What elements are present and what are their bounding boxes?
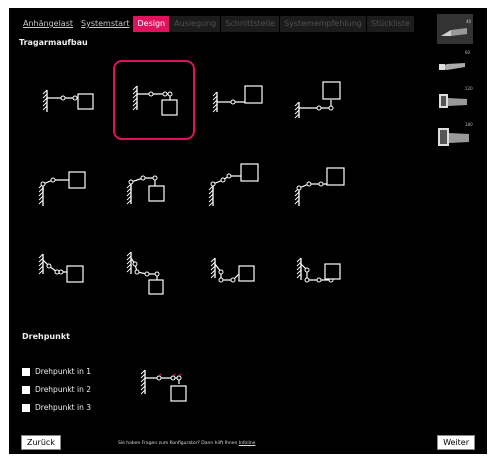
arm-layout-icon — [42, 89, 94, 112]
arm-layout-icon — [132, 85, 178, 116]
drehpunkt-option-3[interactable]: Drehpunkt in 3 — [22, 400, 91, 415]
arm-layout-icon — [294, 167, 345, 206]
tab-schnittstelle: Schnittstelle — [221, 16, 279, 32]
design-option-11[interactable] — [199, 234, 281, 314]
tab-auslegung: Auslegung — [170, 16, 221, 32]
product-logo: 40 — [437, 14, 473, 44]
checkbox[interactable] — [22, 367, 30, 376]
design-option-9[interactable] — [25, 234, 107, 314]
arm-layout-icon — [126, 175, 165, 205]
design-option-3[interactable] — [199, 60, 281, 140]
design-option-12[interactable] — [285, 234, 367, 314]
size-option-60[interactable]: 60 — [435, 50, 475, 78]
tragarm-title: Tragarmaufbau — [19, 38, 88, 47]
size-option-120[interactable]: 120 — [435, 86, 475, 114]
checkbox-label: Drehpunkt in 2 — [35, 385, 91, 394]
design-option-4[interactable] — [285, 60, 367, 140]
size-label-120: 120 — [465, 86, 473, 91]
help-text: Sie haben Fragen zum Konfigurator? Dann … — [118, 441, 255, 446]
size-label-60: 60 — [465, 50, 471, 55]
help-message: Sie haben Fragen zum Konfigurator? Dann … — [118, 441, 238, 446]
drehpunkt-title: Drehpunkt — [22, 332, 70, 341]
logo-size-label: 40 — [466, 19, 472, 24]
tab-stueckliste: Stückliste — [366, 16, 414, 32]
drehpunkt-preview — [125, 348, 207, 428]
design-option-6[interactable] — [113, 146, 195, 226]
checkbox-label: Drehpunkt in 1 — [35, 367, 91, 376]
tab-systemempfehlung: Systemempfehlung — [279, 16, 366, 32]
arm-layout-icon — [294, 81, 341, 119]
design-option-10[interactable] — [113, 234, 195, 314]
design-option-2[interactable] — [113, 60, 195, 140]
design-option-5[interactable] — [25, 146, 107, 226]
arm-layout-icon — [296, 257, 341, 283]
drehpunkt-option-1[interactable]: Drehpunkt in 1 — [22, 364, 91, 379]
tab-design[interactable]: Design — [133, 16, 170, 32]
arm-layout-icon — [212, 85, 263, 113]
tab-bar: Anhängelast Systemstart Design Auslegung… — [19, 16, 414, 32]
checkbox-label: Drehpunkt in 3 — [35, 403, 91, 412]
arm-layout-icon — [38, 253, 84, 283]
arm-layout-icon — [38, 171, 86, 206]
checkbox[interactable] — [22, 385, 30, 394]
drehpunkt-options: Drehpunkt in 1 Drehpunkt in 2 Drehpunkt … — [22, 364, 91, 418]
drehpunkt-option-2[interactable]: Drehpunkt in 2 — [22, 382, 91, 397]
arm-layout-icon — [210, 257, 255, 283]
tab-anhaengelast[interactable]: Anhängelast — [19, 16, 77, 32]
design-option-8[interactable] — [285, 146, 367, 226]
size-option-180[interactable]: 180 — [435, 122, 475, 150]
arm-layout-icon — [126, 251, 164, 295]
design-option-1[interactable] — [25, 60, 107, 140]
back-button[interactable]: Zurück — [21, 435, 61, 450]
configurator-frame: Anhängelast Systemstart Design Auslegung… — [9, 8, 487, 454]
tab-systemstart[interactable]: Systemstart — [77, 16, 133, 32]
arm-layout-icon — [208, 163, 259, 207]
next-button[interactable]: Weiter — [437, 435, 475, 450]
infoline-link[interactable]: Infoline — [239, 441, 256, 446]
size-label-180: 180 — [465, 122, 473, 127]
checkbox[interactable] — [22, 403, 30, 412]
arm-layout-preview — [140, 369, 187, 402]
design-option-7[interactable] — [199, 146, 281, 226]
